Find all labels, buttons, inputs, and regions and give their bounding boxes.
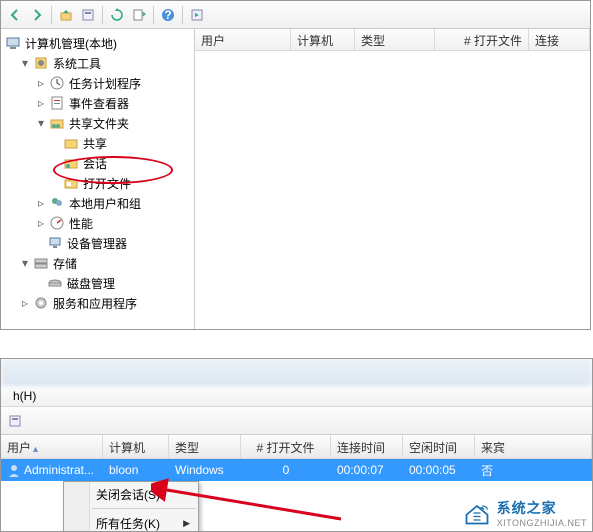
properties-button[interactable] [78, 5, 98, 25]
sort-asc-icon: ▴ [33, 444, 38, 455]
collapse-icon[interactable]: ▾ [35, 117, 47, 129]
session-row[interactable]: Administrat... bloon Windows 0 00:00:07 … [1, 459, 592, 481]
svg-text:?: ? [164, 8, 171, 22]
watermark-url: XITONGZHIJIA.NET [497, 518, 587, 528]
context-menu: 关闭会话(S) 所有任务(K) ▶ [63, 481, 199, 532]
col-type[interactable]: 类型 [169, 435, 241, 458]
toolbar-separator [182, 6, 183, 24]
open-files-icon [63, 175, 79, 191]
toolbar-separator [51, 6, 52, 24]
col-type[interactable]: 类型 [355, 29, 435, 50]
grid-header: 用户▴ 计算机 类型 # 打开文件 连接时间 空闲时间 来宾 [1, 435, 592, 459]
tree-services-apps[interactable]: ▹ 服务和应用程序 [1, 293, 194, 313]
sessions-icon [63, 155, 79, 171]
help-menu[interactable]: h(H) [7, 387, 42, 405]
submenu-arrow-icon: ▶ [183, 518, 190, 529]
export-button[interactable] [129, 5, 149, 25]
clock-icon [49, 75, 65, 91]
collapse-icon[interactable]: ▾ [19, 57, 31, 69]
list-header: 用户 计算机 类型 # 打开文件 连接 [195, 29, 590, 51]
tree-performance[interactable]: ▹ 性能 [1, 213, 194, 233]
cell-guest: 否 [475, 459, 592, 482]
toolbar: ? [1, 1, 590, 29]
services-icon [33, 295, 49, 311]
col-computer[interactable]: 计算机 [291, 29, 355, 50]
expand-icon[interactable]: ▹ [35, 77, 47, 89]
col-open-files[interactable]: # 打开文件 [435, 29, 529, 50]
tree-root[interactable]: 计算机管理(本地) [1, 33, 194, 53]
properties-button[interactable] [5, 411, 25, 431]
menu-separator [92, 508, 196, 509]
tree-open-files[interactable]: 打开文件 [1, 173, 194, 193]
watermark-icon [463, 499, 491, 527]
action-button[interactable] [187, 5, 207, 25]
tree-sessions[interactable]: 会话 [1, 153, 194, 173]
event-icon [49, 95, 65, 111]
menu-close-session[interactable]: 关闭会话(S) [64, 482, 198, 506]
toolbar2 [1, 407, 592, 435]
expand-icon[interactable]: ▹ [19, 297, 31, 309]
collapse-icon[interactable]: ▾ [19, 257, 31, 269]
col-idle-time[interactable]: 空闲时间 [403, 435, 475, 458]
menu-all-tasks[interactable]: 所有任务(K) ▶ [64, 511, 198, 532]
expand-icon[interactable]: ▹ [35, 97, 47, 109]
help-button[interactable]: ? [158, 5, 178, 25]
col-user[interactable]: 用户 [195, 29, 291, 50]
col-guest[interactable]: 来宾 [475, 435, 592, 458]
tree-disk-management[interactable]: 磁盘管理 [1, 273, 194, 293]
back-button[interactable] [5, 5, 25, 25]
expand-icon[interactable]: ▹ [35, 197, 47, 209]
tree-shares[interactable]: 共享 [1, 133, 194, 153]
performance-icon [49, 215, 65, 231]
cell-open-files: 0 [241, 460, 331, 480]
forward-button[interactable] [27, 5, 47, 25]
tree-device-manager[interactable]: 设备管理器 [1, 233, 194, 253]
user-icon [7, 463, 21, 477]
storage-icon [33, 255, 49, 271]
col-user[interactable]: 用户▴ [1, 435, 103, 458]
computer-icon [5, 35, 21, 51]
toolbar-separator [102, 6, 103, 24]
cell-idle-time: 00:00:05 [403, 460, 475, 480]
up-button[interactable] [56, 5, 76, 25]
tree-shared-folders[interactable]: ▾ 共享文件夹 [1, 113, 194, 133]
list-panel: 用户 计算机 类型 # 打开文件 连接 [195, 29, 590, 329]
cell-user: Administrat... [24, 463, 94, 477]
watermark-title: 系统之家 [497, 498, 587, 518]
col-connect[interactable]: 连接 [529, 29, 590, 50]
cell-connect-time: 00:00:07 [331, 460, 403, 480]
titlebar-blur [1, 359, 592, 385]
shared-folder-icon [49, 115, 65, 131]
mmc-top-panel: ? 计算机管理(本地) ▾ 系统工具 ▹ 任务计划程 [0, 0, 591, 330]
toolbar-separator [153, 6, 154, 24]
tree-event-viewer[interactable]: ▹ 事件查看器 [1, 93, 194, 113]
menubar[interactable]: h(H) [1, 385, 592, 407]
disk-icon [47, 275, 63, 291]
users-icon [49, 195, 65, 211]
shares-icon [63, 135, 79, 151]
tree-storage[interactable]: ▾ 存储 [1, 253, 194, 273]
col-connect-time[interactable]: 连接时间 [331, 435, 403, 458]
col-computer[interactable]: 计算机 [103, 435, 169, 458]
cell-computer: bloon [103, 460, 169, 480]
cell-type: Windows [169, 460, 241, 480]
watermark: 系统之家 XITONGZHIJIA.NET [463, 498, 587, 528]
tree-system-tools[interactable]: ▾ 系统工具 [1, 53, 194, 73]
tree-panel[interactable]: 计算机管理(本地) ▾ 系统工具 ▹ 任务计划程序 ▹ 事件查看器 [1, 29, 195, 329]
tree-task-scheduler[interactable]: ▹ 任务计划程序 [1, 73, 194, 93]
tools-icon [33, 55, 49, 71]
device-icon [47, 235, 63, 251]
expand-icon[interactable]: ▹ [35, 217, 47, 229]
col-open-files[interactable]: # 打开文件 [241, 435, 331, 458]
tree-local-users[interactable]: ▹ 本地用户和组 [1, 193, 194, 213]
refresh-button[interactable] [107, 5, 127, 25]
